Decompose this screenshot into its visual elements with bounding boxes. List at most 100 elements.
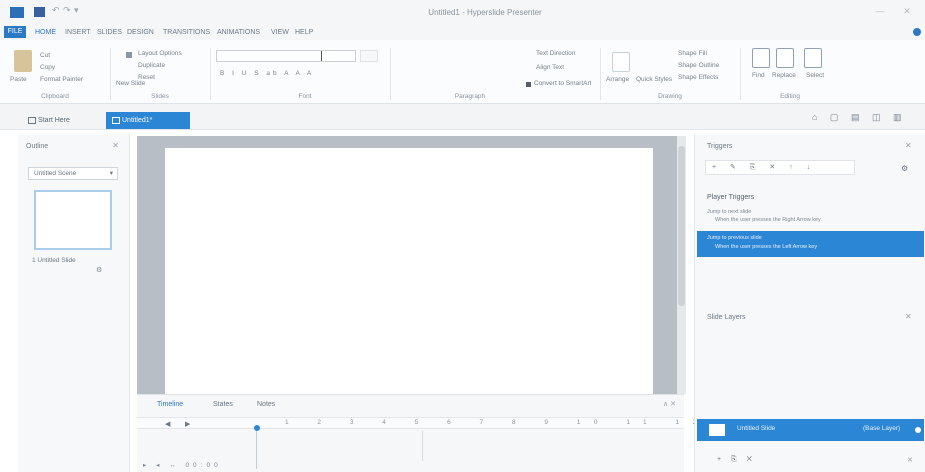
tab-animations[interactable]: ANIMATIONS bbox=[214, 27, 263, 38]
timeline-playhead[interactable] bbox=[254, 425, 260, 431]
tab-help[interactable]: HELP bbox=[292, 27, 316, 38]
scene-dropdown[interactable]: Untitled Scene ▾ bbox=[28, 167, 118, 180]
tab-start-here-label: Start Here bbox=[38, 117, 70, 124]
slide-canvas[interactable] bbox=[165, 148, 653, 394]
timeline-ruler[interactable]: 1 2 3 4 5 6 7 8 9 10 11 12 13 bbox=[137, 417, 746, 429]
clipboard-group-label: Clipboard bbox=[41, 93, 69, 100]
timeline-panel: Timeline States Notes ∧ ✕ 1 2 3 4 5 6 7 … bbox=[137, 394, 746, 472]
help-icon[interactable] bbox=[913, 28, 921, 36]
layer-name: Untitled Slide bbox=[737, 425, 776, 432]
tab-slides[interactable]: SLIDES bbox=[94, 27, 125, 38]
trigger-action: Jump to next slide bbox=[707, 209, 752, 215]
outline-title: Outline bbox=[26, 143, 49, 150]
minimize-button[interactable]: — bbox=[874, 6, 886, 18]
smartart-icon bbox=[526, 82, 531, 87]
slide-layers-close-icon[interactable]: ✕ bbox=[905, 312, 912, 321]
paste-button[interactable]: Paste bbox=[10, 76, 27, 83]
triggers-close-icon[interactable]: ✕ bbox=[905, 141, 912, 150]
font-dropdown-divider bbox=[321, 51, 322, 61]
replace-icon bbox=[776, 48, 794, 68]
close-button[interactable]: ✕ bbox=[901, 6, 913, 18]
triggers-panel: Triggers ✕ + ✎ ⎘ ✕ ↑ ↓ ⚙ Player Triggers… bbox=[694, 134, 925, 472]
timeline-prev-icon[interactable]: ◀ bbox=[165, 420, 170, 428]
quick-styles-button[interactable]: Quick Styles bbox=[636, 76, 672, 83]
duplicate-button[interactable]: Duplicate bbox=[138, 62, 165, 69]
format-painter-button[interactable]: Format Painter bbox=[40, 76, 83, 83]
tab-transitions[interactable]: TRANSITIONS bbox=[160, 27, 213, 38]
timeline-bottom-controls[interactable]: ▸ ◂ ↔ 00:00 bbox=[143, 461, 222, 469]
layers-delete-icon[interactable]: ✕ bbox=[907, 456, 913, 464]
layer-state: (Base Layer) bbox=[863, 425, 901, 432]
copy-button[interactable]: Copy bbox=[40, 64, 55, 71]
text-direction-button[interactable]: Text Direction bbox=[536, 50, 575, 57]
home-icon bbox=[28, 117, 36, 124]
font-name-input[interactable] bbox=[216, 50, 356, 62]
tab-file[interactable]: FILE bbox=[4, 26, 26, 38]
timeline-play-icon[interactable]: ▶ bbox=[185, 420, 190, 428]
customize-chevron-icon[interactable]: ▾ bbox=[74, 5, 82, 15]
layout-button[interactable]: Layout Options bbox=[138, 50, 182, 57]
trigger-condition: When the user presses the Right Arrow ke… bbox=[715, 217, 821, 223]
tab-notes[interactable]: Notes bbox=[257, 401, 275, 408]
align-text-button[interactable]: Align Text bbox=[536, 64, 564, 71]
tab-insert[interactable]: INSERT bbox=[62, 27, 94, 38]
tab-states[interactable]: States bbox=[213, 401, 233, 408]
font-formatting-toolbar[interactable]: B I U S ab A A A bbox=[220, 70, 314, 77]
playhead-line bbox=[256, 431, 257, 469]
chevron-down-icon: ▾ bbox=[109, 170, 113, 177]
tab-home[interactable]: HOME bbox=[32, 27, 59, 38]
tab-untitled1[interactable]: Untitled1* bbox=[106, 112, 190, 129]
group-divider bbox=[210, 48, 211, 100]
tab-view[interactable]: VIEW bbox=[268, 27, 292, 38]
redo-icon[interactable]: ↷ bbox=[63, 5, 71, 15]
tab-timeline[interactable]: Timeline bbox=[157, 401, 183, 408]
find-button[interactable]: Find bbox=[752, 72, 765, 79]
player-triggers-heading: Player Triggers bbox=[707, 194, 755, 201]
slide-thumbnail[interactable] bbox=[34, 190, 112, 250]
slide-trigger-icon: ⚙ bbox=[96, 267, 103, 274]
trigger-item-next[interactable]: Jump to next slide When the user presses… bbox=[707, 208, 912, 224]
ribbon-tabs: FILE HOME INSERT SLIDES DESIGN TRANSITIO… bbox=[0, 24, 925, 40]
font-size-input[interactable] bbox=[360, 50, 378, 62]
paste-icon[interactable] bbox=[14, 50, 32, 72]
layer-thumbnail bbox=[709, 424, 725, 436]
shape-effects-button[interactable]: Shape Effects bbox=[678, 74, 718, 81]
tab-start-here[interactable]: Start Here bbox=[22, 112, 100, 129]
layer-visibility-icon[interactable] bbox=[915, 427, 921, 433]
arrange-button[interactable]: Arrange bbox=[606, 76, 629, 83]
select-button[interactable]: Select bbox=[806, 72, 824, 79]
trigger-item-previous[interactable]: Jump to previous slide When the user pre… bbox=[697, 231, 924, 257]
group-divider bbox=[390, 48, 391, 100]
tab-design[interactable]: DESIGN bbox=[124, 27, 157, 38]
triggers-toolbar[interactable]: + ✎ ⎘ ✕ ↑ ↓ bbox=[705, 160, 855, 175]
outline-close-icon[interactable]: ✕ bbox=[112, 141, 119, 150]
group-divider bbox=[110, 48, 111, 100]
canvas-scrollbar[interactable] bbox=[677, 136, 686, 394]
save-icon[interactable] bbox=[34, 7, 45, 17]
shape-fill-button[interactable]: Shape Fill bbox=[678, 50, 707, 57]
convert-smartart-button[interactable]: Convert to SmartArt bbox=[534, 80, 591, 87]
timeline-collapse-icon[interactable]: ∧ ✕ bbox=[663, 400, 676, 408]
replace-button[interactable]: Replace bbox=[772, 72, 796, 79]
timeline-ticks: 1 2 3 4 5 6 7 8 9 10 11 12 13 bbox=[285, 419, 760, 426]
slide-thumbnail-label: 1 Untitled Slide bbox=[32, 257, 76, 264]
undo-icon[interactable]: ↶ bbox=[52, 5, 60, 15]
slide-canvas-area bbox=[137, 136, 684, 394]
base-layer-row[interactable]: Untitled Slide (Base Layer) bbox=[697, 419, 924, 441]
view-mode-icons[interactable]: ⌂ ▢ ▤ ◫ ▥ bbox=[812, 112, 906, 122]
outline-panel: Outline ✕ Untitled Scene ▾ 1 Untitled Sl… bbox=[18, 134, 130, 472]
app-logo-icon bbox=[10, 7, 24, 18]
layers-toolbar[interactable]: + ⎘ ✕ bbox=[717, 456, 756, 464]
find-icon bbox=[752, 48, 770, 68]
document-icon bbox=[112, 117, 120, 124]
new-slide-button[interactable]: New Slide bbox=[116, 80, 145, 87]
font-group-label: Font bbox=[298, 93, 312, 100]
timeline-end-marker bbox=[422, 431, 423, 461]
scrollbar-thumb[interactable] bbox=[678, 146, 685, 306]
cut-button[interactable]: Cut bbox=[40, 52, 50, 59]
slides-group-label: Slides bbox=[151, 93, 169, 100]
select-icon bbox=[804, 48, 822, 68]
shape-outline-button[interactable]: Shape Outline bbox=[678, 62, 719, 69]
triggers-settings-icon[interactable]: ⚙ bbox=[901, 164, 908, 173]
drawing-group-label: Drawing bbox=[658, 93, 682, 100]
